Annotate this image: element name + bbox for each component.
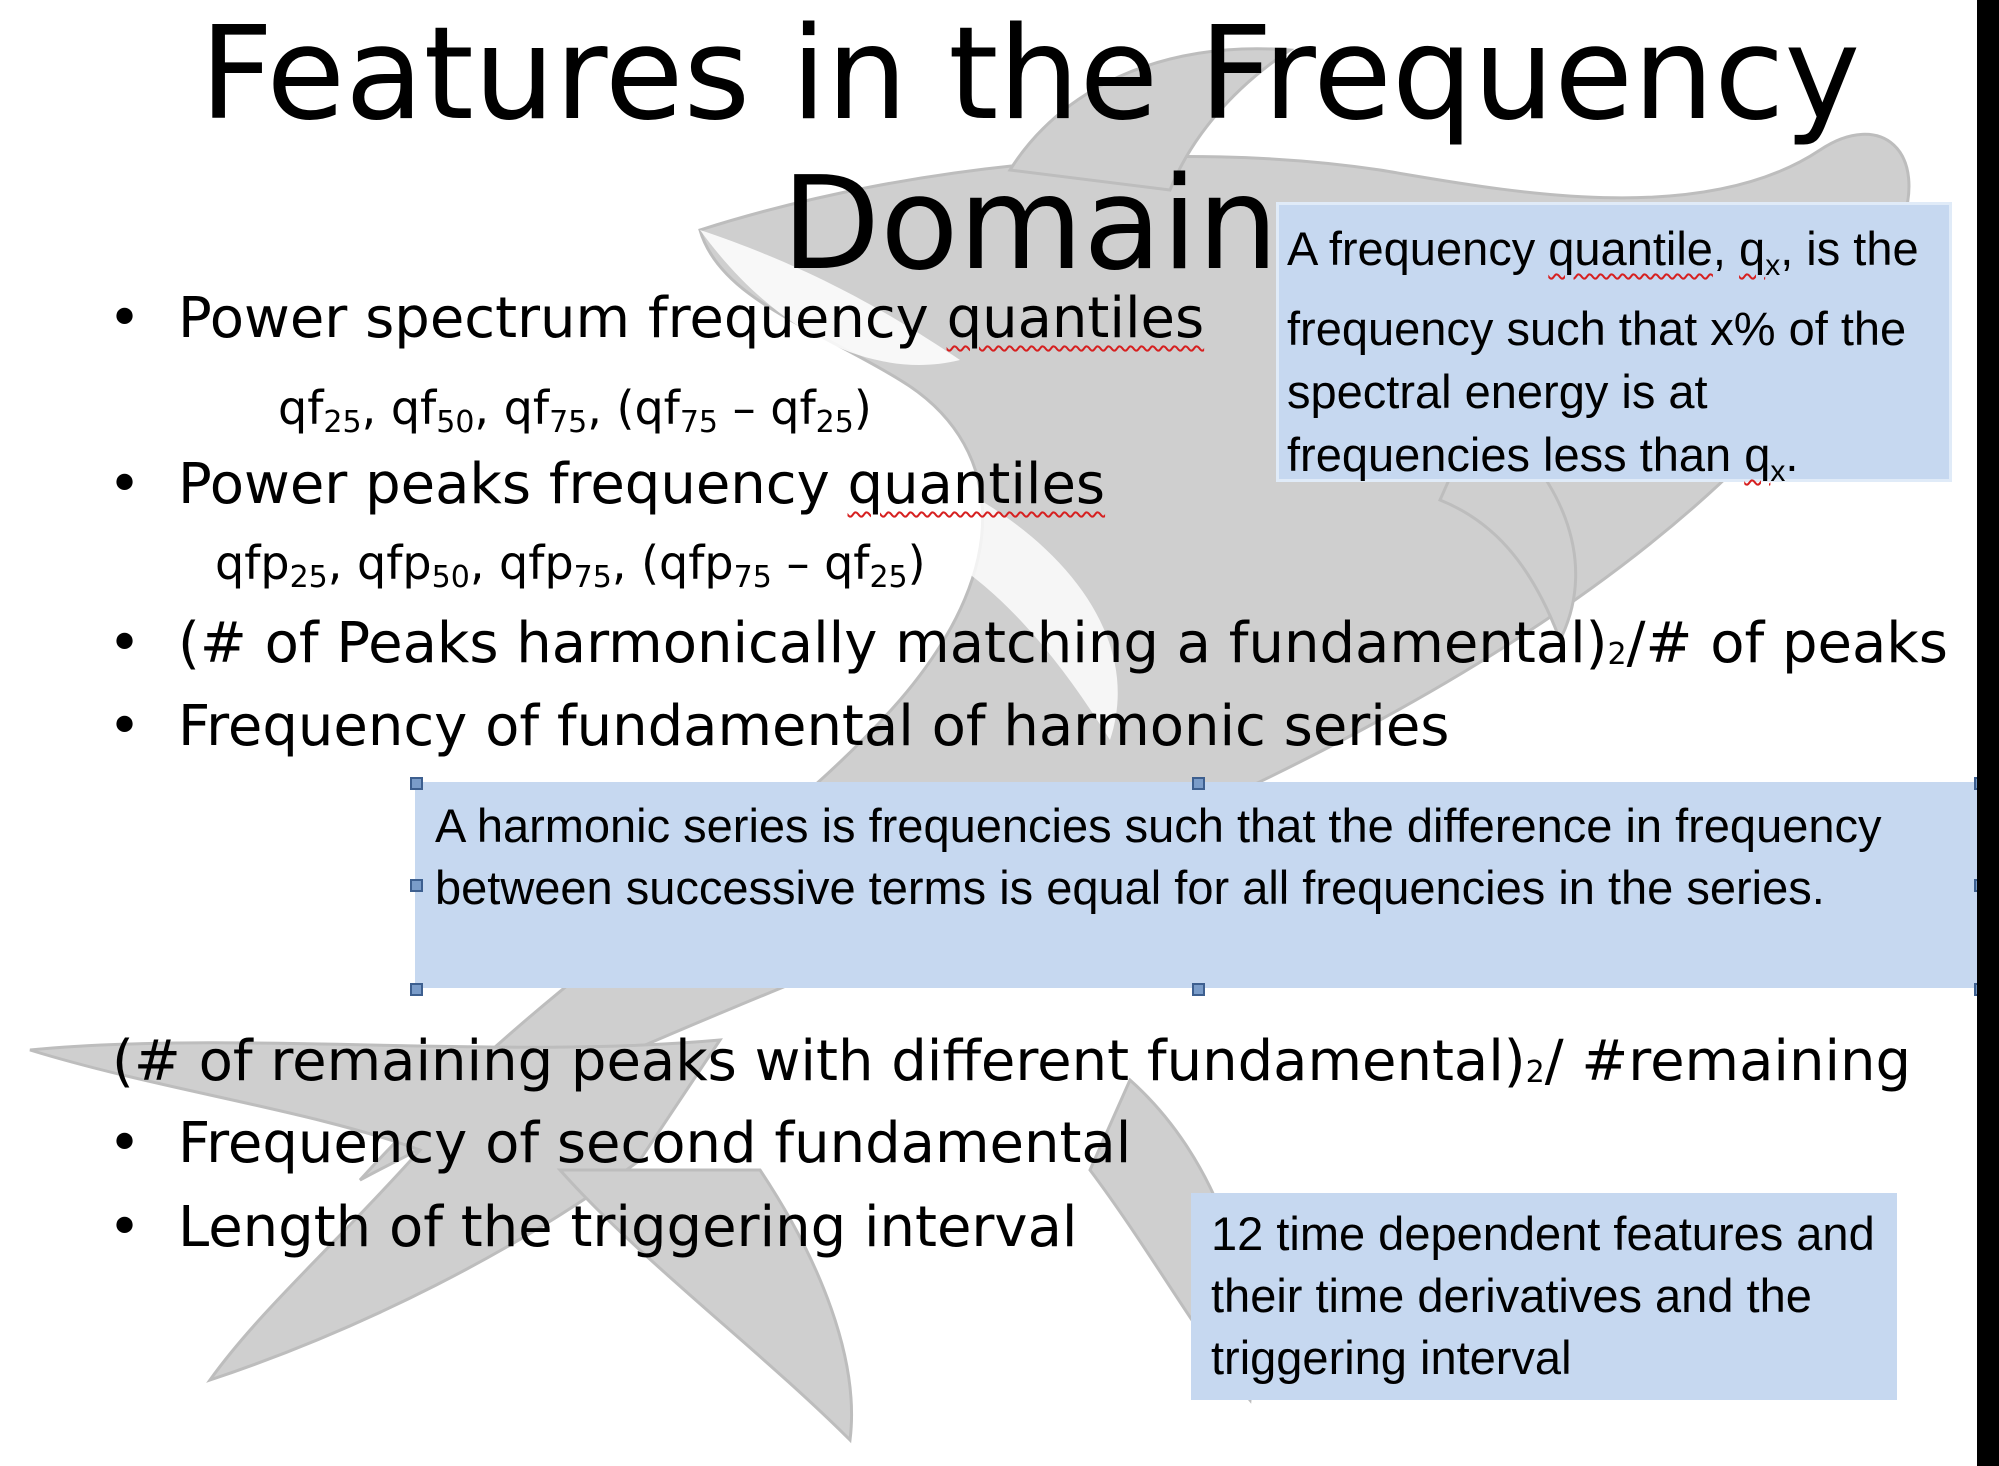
window-edge-bar (1977, 0, 1999, 1466)
bullet-text: /# of peaks (1626, 611, 1948, 676)
spellcheck-flagged-word: qx (1744, 428, 1785, 488)
bullet-glyph: • (108, 452, 142, 517)
resize-handle-bottom-left[interactable] (410, 983, 423, 996)
summary-callout[interactable]: 12 time dependent features and their tim… (1191, 1193, 1897, 1400)
exponent: 2 (1607, 637, 1627, 672)
power-peaks-quantile-list: qfp25, qfp50, qfp75, (qfp75 – qf25) (215, 535, 926, 606)
bullet-triggering-length: • Length of the triggering interval (108, 1196, 1077, 1260)
bullet-glyph: • (108, 694, 142, 759)
qtext: , qf (474, 381, 550, 435)
bullet-second-fundamental: • Frequency of second fundamental (108, 1112, 1131, 1176)
qsub: 75 (549, 405, 588, 440)
callout-text: A frequency (1287, 222, 1549, 275)
title-line-1: Features in the Frequency (199, 0, 1861, 149)
callout-text: q (1739, 222, 1766, 275)
bullet-text: Length of the triggering interval (178, 1195, 1078, 1260)
qsub: 75 (679, 405, 719, 440)
line-text: / #remaining (1544, 1029, 1912, 1094)
bullet-fundamental-frequency: • Frequency of fundamental of harmonic se… (108, 695, 1449, 759)
qsub: 25 (869, 560, 908, 595)
qtext: qf (278, 381, 324, 435)
callout-subscript: x (1770, 455, 1786, 488)
bullet-glyph: • (108, 286, 142, 351)
qtext: – qf (718, 381, 816, 435)
spellcheck-flagged-word: quantiles (946, 286, 1205, 351)
callout-text: A harmonic series is frequencies such th… (435, 799, 1882, 914)
bullet-harmonic-ratio: • (# of Peaks harmonically matching a fun… (108, 612, 1948, 687)
spellcheck-flagged-word: qx (1739, 222, 1780, 282)
bullet-text: Frequency of second fundamental (178, 1111, 1132, 1176)
callout-text: 12 time dependent features and their tim… (1211, 1207, 1875, 1384)
callout-text: , (1712, 222, 1740, 275)
bullet-power-peaks: • Power peaks frequency quantiles (108, 453, 1105, 517)
bullet-power-spectrum: • Power spectrum frequency quantiles (108, 287, 1204, 351)
exponent: 2 (1525, 1055, 1545, 1090)
qsub: 50 (431, 560, 470, 595)
bullet-glyph: • (108, 1195, 142, 1260)
qsub: 25 (289, 560, 328, 595)
qsub: 25 (815, 405, 854, 440)
qtext: , qfp (327, 536, 432, 590)
title-line-2: Domain (781, 150, 1279, 299)
callout-subscript: x (1765, 249, 1781, 282)
power-spectrum-quantile-list: qf25, qf50, qf75, (qf75 – qf25) (278, 380, 872, 451)
callout-text: . (1785, 428, 1799, 481)
resize-handle-top[interactable] (1192, 777, 1205, 790)
spellcheck-flagged-word: quantiles (847, 452, 1106, 517)
bullet-text: Frequency of fundamental of harmonic ser… (178, 694, 1450, 759)
qtext: ) (907, 536, 926, 590)
resize-handle-bottom[interactable] (1192, 983, 1205, 996)
qsub: 50 (436, 405, 475, 440)
qsub: 25 (323, 405, 362, 440)
bullet-text: Power spectrum frequency (178, 286, 947, 351)
quantile-definition-callout[interactable]: A frequency quantile, qx, is the frequen… (1276, 202, 1952, 488)
bullet-text: Power peaks frequency (178, 452, 848, 517)
bullet-glyph: • (108, 1111, 142, 1176)
resize-handle-top-left[interactable] (410, 777, 423, 790)
qtext: ) (853, 381, 872, 435)
slide-canvas: Features in the Frequency Domain • Power … (0, 0, 1999, 1466)
qtext: – qf (771, 536, 870, 590)
qsub: 75 (733, 560, 772, 595)
bullet-text: (# of Peaks harmonically matching a fund… (178, 611, 1608, 676)
qtext: , qf (361, 381, 437, 435)
qtext: , (qf (587, 381, 680, 435)
line-text: (# of remaining peaks with different fun… (112, 1029, 1526, 1094)
qtext: , qfp (469, 536, 574, 590)
callout-text: q (1744, 428, 1771, 481)
spellcheck-flagged-word: quantile (1548, 222, 1713, 275)
qtext: , (qfp (611, 536, 734, 590)
resize-handle-left[interactable] (410, 879, 423, 892)
bullet-glyph: • (108, 611, 142, 676)
qsub: 75 (573, 560, 612, 595)
remaining-peaks-ratio: (# of remaining peaks with different fun… (112, 1030, 1911, 1105)
qtext: qfp (215, 536, 290, 590)
harmonic-series-callout-selected[interactable]: A harmonic series is frequencies such th… (415, 782, 1982, 988)
